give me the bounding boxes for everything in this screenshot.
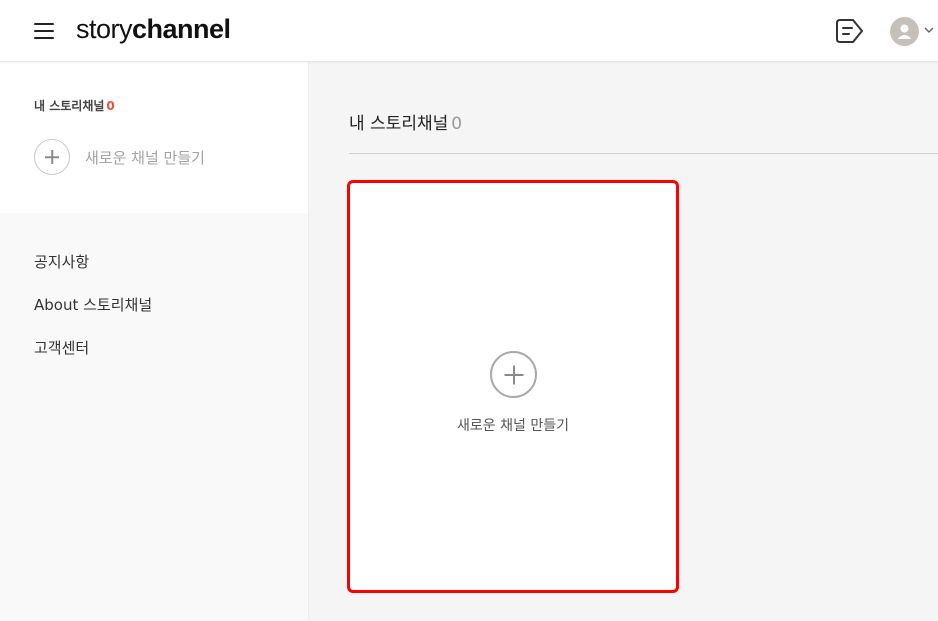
plus-circle-icon: [34, 139, 70, 175]
sidebar-create-channel-button[interactable]: 새로운 채널 만들기: [34, 139, 205, 175]
sidebar-link-support[interactable]: 고객센터: [34, 337, 152, 380]
logo-bold-text: channel: [132, 14, 231, 44]
sidebar-my-channels-section: 내 스토리채널 0 새로운 채널 만들기: [0, 62, 308, 213]
title-divider: [349, 153, 938, 154]
create-channel-card-label: 새로운 채널 만들기: [457, 418, 569, 434]
page-title: 내 스토리채널 0: [349, 109, 462, 134]
sidebar-my-channels-title: 내 스토리채널 0: [34, 97, 115, 114]
sidebar: 내 스토리채널 0 새로운 채널 만들기 공지사항 About 스토리채널 고객센…: [0, 62, 309, 621]
sidebar-link-notice[interactable]: 공지사항: [34, 251, 152, 294]
page-title-label: 내 스토리채널: [349, 114, 449, 134]
sidebar-link-about[interactable]: About 스토리채널: [34, 294, 152, 337]
sidebar-create-channel-label: 새로운 채널 만들기: [85, 148, 205, 167]
page-title-count: 0: [451, 114, 463, 134]
chevron-down-icon: [924, 27, 934, 33]
top-header: storychannel: [0, 0, 938, 62]
sidebar-links: 공지사항 About 스토리채널 고객센터: [34, 251, 152, 380]
sidebar-channel-count: 0: [106, 99, 115, 113]
create-channel-card[interactable]: 새로운 채널 만들기: [347, 180, 679, 593]
logo[interactable]: storychannel: [76, 14, 231, 45]
logo-light-text: story: [76, 14, 133, 44]
plus-circle-icon: [490, 351, 537, 398]
menu-icon[interactable]: [34, 23, 54, 39]
sidebar-my-channels-label: 내 스토리채널: [34, 99, 105, 113]
main-content: 내 스토리채널 0 새로운 채널 만들기: [309, 62, 938, 621]
tag-icon[interactable]: [833, 17, 865, 45]
user-avatar-icon: [890, 17, 919, 46]
profile-menu-button[interactable]: [888, 15, 938, 47]
